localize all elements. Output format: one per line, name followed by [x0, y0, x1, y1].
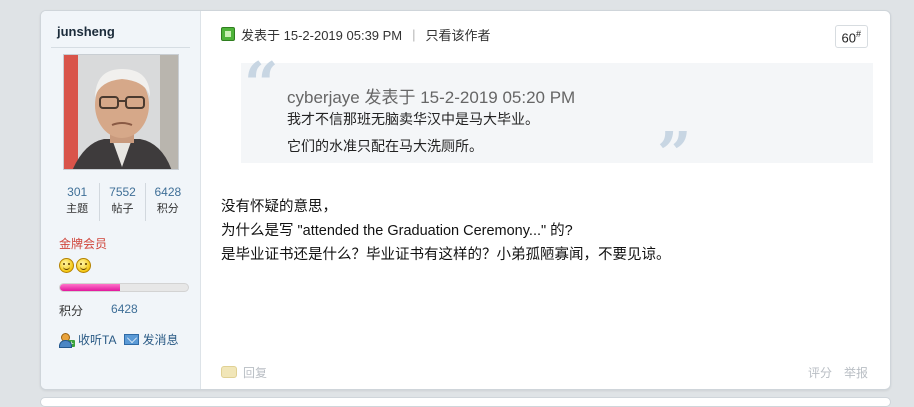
points-value: 6428: [111, 302, 138, 316]
reply-icon: [221, 366, 237, 378]
post-body-line: 是毕业证书还是什么？毕业证书有这样的？小弟孤陋寡闻，不要见谅。: [221, 247, 671, 263]
rank-progress-fill: [60, 284, 121, 291]
message-button[interactable]: 发消息: [124, 331, 178, 348]
quote-close-icon: ”: [657, 120, 692, 190]
rank-icons: [59, 258, 91, 273]
floor-number[interactable]: 60#: [834, 25, 868, 49]
quote-line: 它们的水准只配在马大洗厕所。: [287, 138, 483, 154]
post-header: 发表于 15-2-2019 05:39 PM | 只看该作者: [221, 23, 890, 45]
smiley-icon: [76, 258, 91, 273]
post-body-line: 为什么是写 "attended the Graduation Ceremony.…: [221, 223, 573, 239]
author-username[interactable]: junsheng: [57, 24, 115, 39]
stat-points[interactable]: 6428 积分: [146, 183, 190, 221]
avatar-photo: [64, 55, 178, 169]
only-author-link[interactable]: 只看该作者: [426, 25, 491, 44]
forum-post: junsheng 301 主题 7552 帖子 6428 积分 金牌会员 积分 …: [40, 10, 891, 390]
next-post-edge: [40, 397, 891, 407]
quote-author[interactable]: cyberjaye: [287, 88, 360, 107]
quote-date: 发表于 15-2-2019 05:20 PM: [364, 88, 576, 107]
quote-block: “ cyberjaye 发表于 15-2-2019 05:20 PM 我才不信那…: [241, 55, 873, 185]
stat-value: 7552: [109, 185, 136, 199]
follow-button[interactable]: + 收听TA: [59, 331, 116, 348]
stat-value: 6428: [154, 185, 182, 199]
floor-suffix: #: [855, 29, 861, 39]
message-label: 发消息: [142, 333, 179, 347]
author-stats: 301 主题 7552 帖子 6428 积分: [55, 183, 190, 221]
quote-open-icon: “: [244, 50, 279, 120]
stat-label: 主题: [66, 203, 89, 215]
stat-label: 积分: [156, 203, 179, 215]
online-status-icon: [221, 27, 235, 41]
mail-icon: [124, 334, 140, 345]
reply-button[interactable]: 回复: [243, 364, 267, 381]
header-separator: |: [412, 26, 416, 42]
post-body-line: 没有怀疑的意思，: [221, 199, 337, 215]
author-panel: junsheng 301 主题 7552 帖子 6428 积分 金牌会员 积分 …: [41, 11, 201, 389]
footer-actions: 评分 举报: [808, 364, 868, 381]
quote-header: cyberjaye 发表于 15-2-2019 05:20 PM: [287, 83, 575, 108]
rate-button[interactable]: 评分: [808, 364, 832, 381]
report-button[interactable]: 举报: [844, 364, 868, 381]
member-rank[interactable]: 金牌会员: [59, 235, 107, 252]
quote-line: 我才不信那班无脑卖华汉中是马大毕业。: [287, 111, 539, 127]
avatar[interactable]: [63, 54, 179, 170]
author-actions: + 收听TA 发消息: [59, 331, 178, 348]
post-date: 发表于 15-2-2019 05:39 PM: [241, 27, 403, 43]
smiley-icon: [59, 258, 74, 273]
follow-label: 收听TA: [78, 333, 117, 347]
floor-value: 60: [841, 30, 856, 46]
points-label: 积分: [59, 304, 84, 318]
stat-label: 帖子: [111, 203, 134, 215]
stat-value: 301: [67, 185, 88, 199]
divider: [51, 47, 190, 48]
rank-progress-bar: [59, 283, 189, 292]
points-row: 积分 6428: [59, 302, 138, 319]
stat-threads[interactable]: 301 主题: [55, 183, 101, 221]
stat-posts[interactable]: 7552 帖子: [100, 183, 146, 221]
post-footer: 回复 评分 举报: [221, 363, 868, 381]
follow-icon: +: [59, 332, 75, 348]
post-body: 没有怀疑的意思， 为什么是写 "attended the Graduation …: [221, 195, 671, 267]
